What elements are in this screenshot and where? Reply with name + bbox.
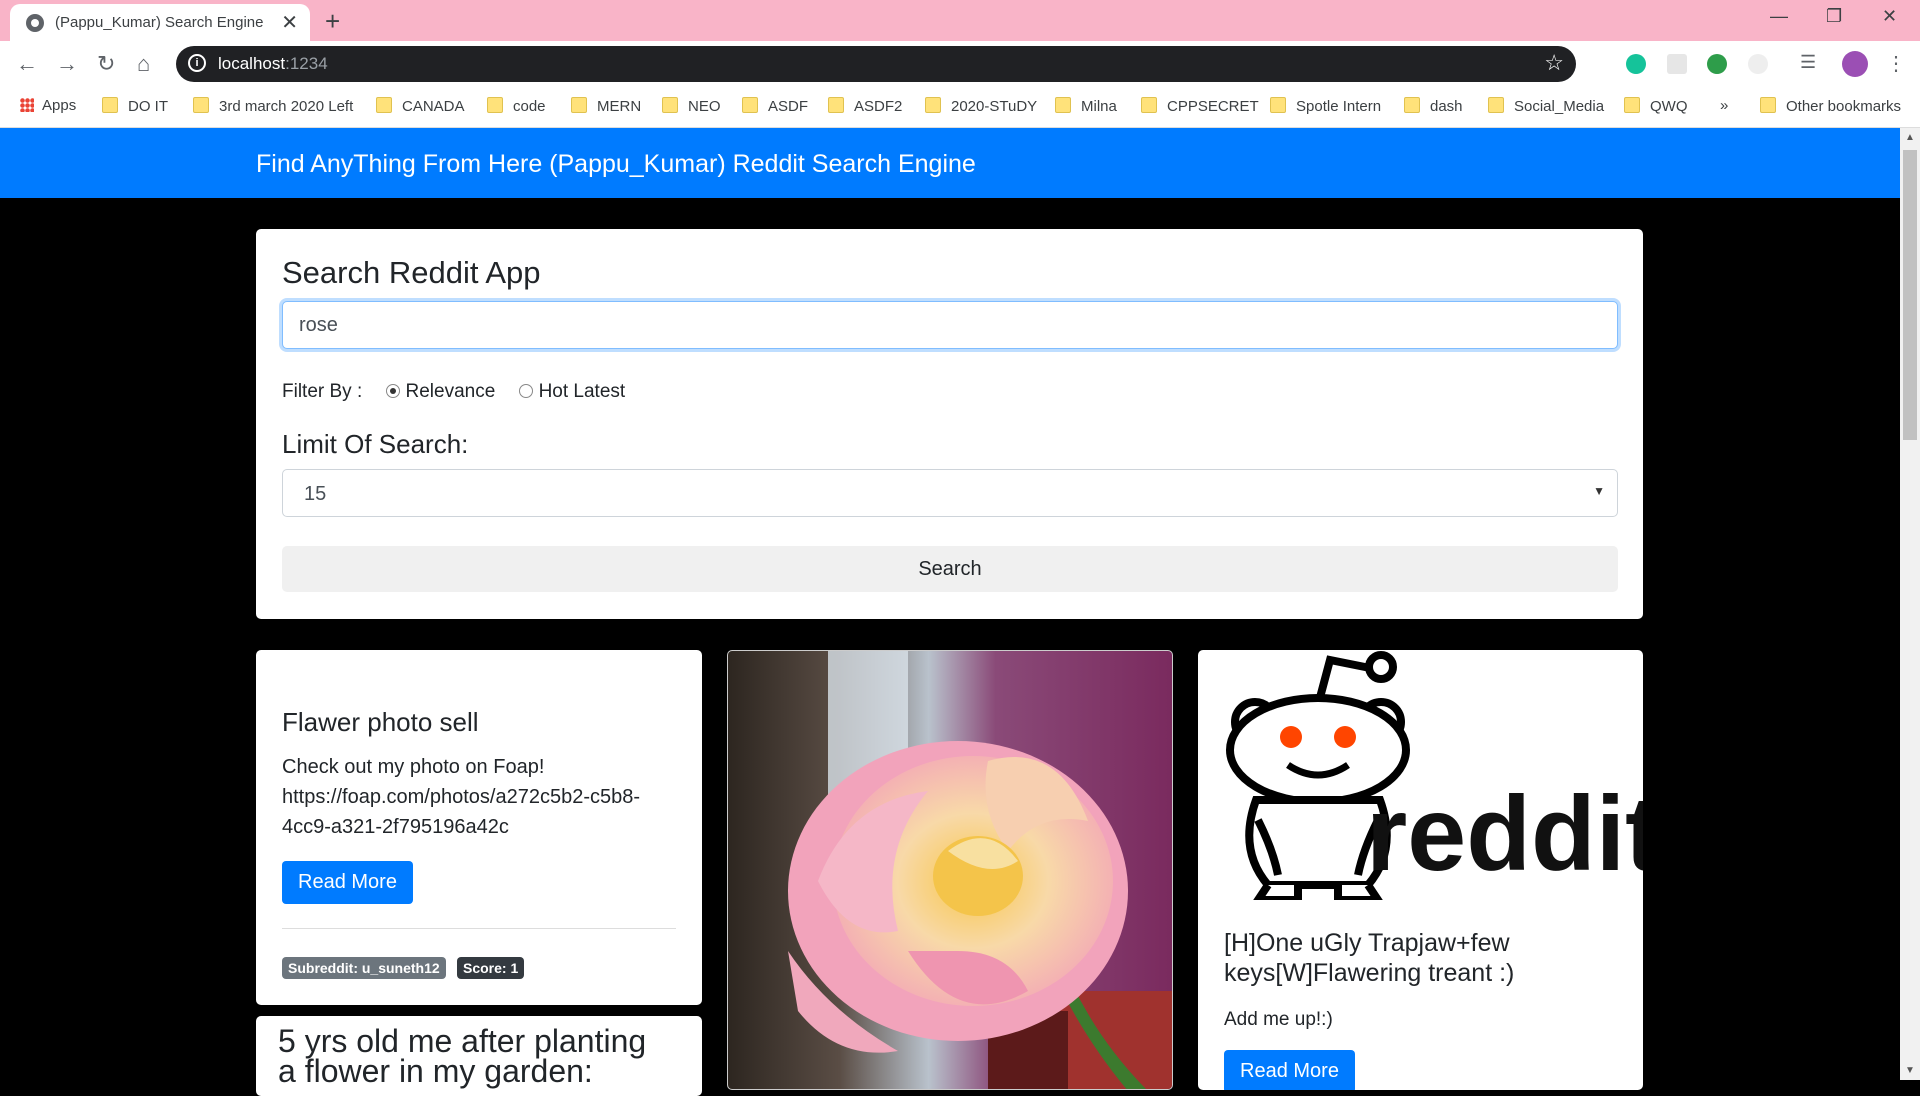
bookmark-star-icon[interactable]: ☆ <box>1544 50 1564 76</box>
restore-icon[interactable]: ❐ <box>1826 6 1842 27</box>
bookmark-folder[interactable]: Milna <box>1055 97 1117 115</box>
bookmark-folder[interactable]: 3rd march 2020 Left <box>193 97 353 115</box>
other-bookmarks[interactable]: Other bookmarks <box>1760 97 1901 115</box>
card-divider <box>282 928 676 929</box>
browser-toolbar: ← → ↻ ⌂ i localhost:1234 ☆ ☰ ⋮ <box>0 41 1920 87</box>
address-bar[interactable]: i localhost:1234 ☆ <box>176 46 1576 82</box>
folder-icon <box>193 97 209 113</box>
minimize-icon[interactable]: — <box>1770 6 1788 27</box>
reddit-logo-text: reddit <box>1366 775 1643 893</box>
bookmark-folder[interactable]: 2020-STuDY <box>925 97 1037 115</box>
bookmark-folder[interactable]: dash <box>1404 97 1463 115</box>
browser-tab[interactable]: (Pappu_Kumar) Search Engine ✕ <box>10 4 310 41</box>
bookmark-folder[interactable]: ASDF <box>742 97 808 115</box>
scroll-down-icon[interactable]: ▼ <box>1905 1065 1915 1076</box>
folder-icon <box>925 97 941 113</box>
result-card: reddit [H]One uGly Trapjaw+few keys[W]Fl… <box>1198 650 1643 1090</box>
search-button[interactable]: Search <box>282 546 1618 592</box>
profile-avatar[interactable] <box>1842 51 1868 77</box>
menu-icon[interactable]: ⋮ <box>1886 51 1906 76</box>
score-badge: Score: 1 <box>457 957 525 979</box>
navbar-brand[interactable]: Find AnyThing From Here (Pappu_Kumar) Re… <box>256 150 976 179</box>
tab-strip: (Pappu_Kumar) Search Engine ✕ + — ❐ ✕ <box>0 0 1920 41</box>
tab-title: (Pappu_Kumar) Search Engine <box>55 14 264 31</box>
filter-group: Filter By : Relevance Hot Latest <box>282 381 625 403</box>
hot-latest-label[interactable]: Hot Latest <box>539 381 626 402</box>
extension-icon[interactable] <box>1667 54 1687 74</box>
result-title: Flawer photo sell <box>282 707 479 737</box>
rose-photo <box>728 651 1172 1089</box>
bookmark-folder[interactable]: QWQ <box>1624 97 1688 115</box>
relevance-label[interactable]: Relevance <box>406 381 496 402</box>
bookmark-folder[interactable]: ASDF2 <box>828 97 902 115</box>
search-card: Search Reddit App Filter By : Relevance … <box>256 229 1643 619</box>
folder-icon <box>487 97 503 113</box>
limit-select[interactable]: 15 ▼ <box>282 469 1618 517</box>
folder-icon <box>102 97 118 113</box>
read-more-button[interactable]: Read More <box>282 861 413 904</box>
bookmark-folder[interactable]: CANADA <box>376 97 465 115</box>
folder-icon <box>571 97 587 113</box>
bookmark-folder[interactable]: MERN <box>571 97 641 115</box>
filter-label: Filter By : <box>282 381 363 402</box>
hot-latest-radio[interactable] <box>518 384 533 398</box>
folder-icon <box>1404 97 1420 113</box>
folder-icon <box>1055 97 1071 113</box>
close-window-icon[interactable]: ✕ <box>1882 6 1897 27</box>
grammarly-icon[interactable] <box>1626 54 1646 74</box>
home-icon[interactable]: ⌂ <box>137 51 150 77</box>
apps-grid-icon <box>20 98 34 112</box>
result-title: [H]One uGly Trapjaw+few keys[W]Flawering… <box>1224 929 1515 987</box>
bookmark-apps[interactable]: Apps <box>20 97 76 114</box>
result-card-image <box>727 650 1173 1090</box>
bookmarks-bar: Apps DO IT 3rd march 2020 Left CANADA co… <box>0 87 1920 128</box>
extension-icon[interactable] <box>1748 54 1768 74</box>
folder-icon <box>828 97 844 113</box>
bookmark-folder[interactable]: NEO <box>662 97 721 115</box>
read-more-button[interactable]: Read More <box>1224 1050 1355 1090</box>
url-text: localhost:1234 <box>218 54 328 73</box>
relevance-radio[interactable] <box>385 384 400 398</box>
reddit-logo: reddit <box>1226 651 1643 904</box>
folder-icon <box>1624 97 1640 113</box>
folder-icon <box>742 97 758 113</box>
result-card: 5 yrs old me after planting a flower in … <box>256 1016 702 1096</box>
globe-icon <box>26 14 44 32</box>
back-icon[interactable]: ← <box>16 51 38 77</box>
bookmark-folder[interactable]: Social_Media <box>1488 97 1604 115</box>
bookmark-folder[interactable]: code <box>487 97 546 115</box>
folder-icon <box>376 97 392 113</box>
scroll-up-icon[interactable]: ▲ <box>1905 132 1915 143</box>
result-text: Add me up!:) <box>1224 1009 1333 1030</box>
bookmark-folder[interactable]: Spotle Intern <box>1270 97 1381 115</box>
bookmark-folder[interactable]: DO IT <box>102 97 168 115</box>
folder-icon <box>1488 97 1504 113</box>
result-text: Check out my photo on Foap! https://foap… <box>282 756 641 838</box>
limit-label: Limit Of Search: <box>282 429 469 459</box>
folder-icon <box>662 97 678 113</box>
new-tab-button[interactable]: + <box>325 6 340 37</box>
folder-icon <box>1270 97 1286 113</box>
extension-icon[interactable] <box>1707 54 1727 74</box>
app-navbar: Find AnyThing From Here (Pappu_Kumar) Re… <box>0 128 1900 198</box>
result-card: Flawer photo sell Check out my photo on … <box>256 650 702 1005</box>
scrollbar-thumb[interactable] <box>1903 150 1917 440</box>
search-input[interactable] <box>282 301 1618 349</box>
folder-icon <box>1141 97 1157 113</box>
forward-icon[interactable]: → <box>56 51 78 77</box>
result-title: 5 yrs old me after planting a flower in … <box>278 1023 647 1089</box>
reload-icon[interactable]: ↻ <box>97 51 115 77</box>
bookmarks-overflow-chevron[interactable]: » <box>1720 97 1728 114</box>
bookmark-folder[interactable]: CPPSECRET <box>1141 97 1259 115</box>
close-tab-icon[interactable]: ✕ <box>281 10 298 35</box>
folder-icon <box>1760 97 1776 113</box>
media-control-icon[interactable]: ☰ <box>1800 52 1816 73</box>
search-heading: Search Reddit App <box>282 255 541 290</box>
page-scrollbar[interactable]: ▲ ▼ <box>1900 128 1920 1080</box>
info-icon[interactable]: i <box>188 54 206 72</box>
subreddit-badge: Subreddit: u_suneth12 <box>282 957 446 979</box>
chevron-down-icon: ▼ <box>1593 484 1605 498</box>
limit-value: 15 <box>304 483 327 505</box>
